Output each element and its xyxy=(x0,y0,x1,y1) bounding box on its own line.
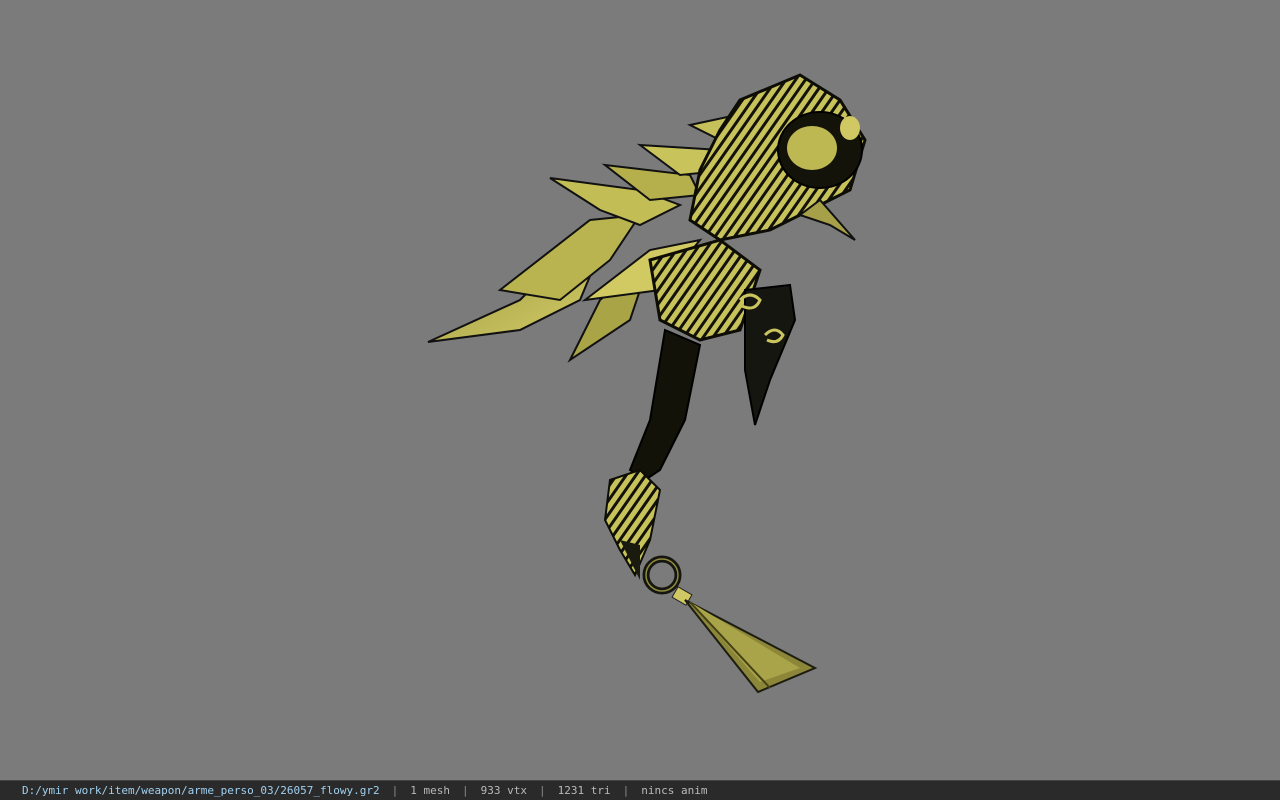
vertex-count: 933 vtx xyxy=(480,784,527,797)
separator: | xyxy=(622,784,630,797)
separator: | xyxy=(391,784,399,797)
separator: | xyxy=(538,784,546,797)
status-bar: D:/ymir work/item/weapon/arme_perso_03/2… xyxy=(0,780,1280,800)
3d-viewport[interactable] xyxy=(0,0,1280,780)
animation-status: nincs anim xyxy=(641,784,708,797)
mesh-count: 1 mesh xyxy=(410,784,450,797)
file-path: D:/ymir work/item/weapon/arme_perso_03/2… xyxy=(22,784,380,797)
weapon-handle xyxy=(603,328,702,580)
separator: | xyxy=(462,784,469,797)
pendant-charm xyxy=(642,555,818,694)
weapon-model-icon[interactable] xyxy=(0,0,1280,780)
triangle-count: 1231 tri xyxy=(557,784,611,797)
